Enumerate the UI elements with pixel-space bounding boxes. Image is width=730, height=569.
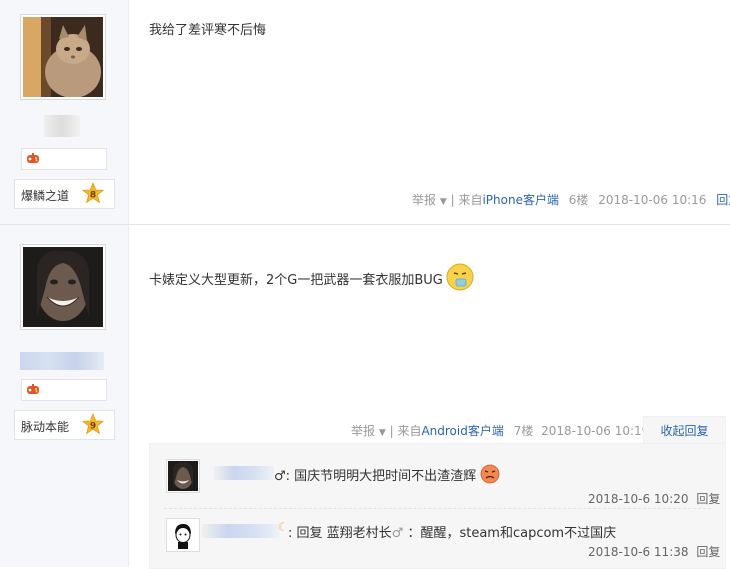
report-link[interactable]: 举报 (412, 193, 436, 207)
thread: 爆鳞之道 8 我给了差评寒不后悔 举报 ▼ | 来自iPhone客户端 6楼 2… (0, 0, 730, 569)
cartoon-avatar-image (168, 520, 198, 550)
cat-avatar-image (23, 17, 103, 98)
user-sidebar: 爆鳞之道 8 (0, 0, 129, 224)
avatar[interactable] (20, 244, 106, 330)
level-name: 爆鳞之道 (21, 189, 70, 203)
post-content: 我给了差评寒不后悔 (149, 23, 267, 38)
post-floor-6: 爆鳞之道 8 我给了差评寒不后悔 举报 ▼ | 来自iPhone客户端 6楼 2… (0, 0, 730, 225)
divider (164, 508, 711, 509)
gamepad-icon (27, 153, 39, 163)
post-time: 2018-10-06 10:19 (541, 424, 650, 438)
sub-avatar[interactable] (166, 518, 200, 552)
post-text: 卡婊定义大型更新，2个G一把武器一套衣服加BUG (149, 273, 443, 288)
collapse-replies-button[interactable]: 收起回复 (643, 416, 726, 445)
sub-reply-text: : 回复 蓝翔老村长♂ ：醒醒，steam和capcom不过国庆 (288, 526, 617, 541)
sub-reply-meta: 2018-10-6 10:20 回复 (588, 490, 720, 507)
level-name: 脉动本能 (21, 420, 70, 434)
reply-button[interactable]: 回复 (716, 193, 730, 207)
report-link[interactable]: 举报 (351, 424, 375, 438)
face-avatar-image (23, 247, 103, 327)
sick-emoji-icon (446, 263, 474, 291)
level-star-icon: 9 (81, 413, 105, 435)
sub-reply-button[interactable]: 回复 (696, 492, 720, 506)
sub-reply-meta: 2018-10-6 11:38 回复 (588, 543, 720, 560)
sub-reply-button[interactable]: 回复 (696, 545, 720, 559)
level-badge[interactable]: 脉动本能 9 (14, 410, 115, 440)
sub-reply-text: ♂: 国庆节明明大把时间不出渣渣辉 (274, 464, 500, 484)
source-prefix: | 来自 (450, 193, 483, 207)
username-blurred[interactable] (44, 115, 80, 137)
angry-emoji-icon (480, 464, 500, 484)
username-blurred[interactable] (20, 352, 104, 370)
sub-reply-time: 2018-10-6 11:38 (588, 545, 689, 559)
level-number: 8 (90, 191, 96, 201)
post-time: 2018-10-06 10:16 (598, 193, 707, 207)
member-badge (21, 148, 107, 170)
source-link[interactable]: iPhone客户端 (482, 193, 559, 207)
floor-number: 7楼 (513, 424, 534, 438)
level-star-icon: 8 (81, 182, 105, 204)
member-badge (21, 379, 107, 401)
gamepad-icon (27, 384, 39, 394)
chevron-down-icon[interactable]: ▼ (379, 428, 386, 438)
level-number: 9 (90, 422, 96, 432)
sub-reply-time: 2018-10-6 10:20 (588, 492, 689, 506)
post-content: 卡婊定义大型更新，2个G一把武器一套衣服加BUG (149, 262, 475, 292)
source-prefix: | 来自 (389, 424, 422, 438)
post-tail: 举报 ▼ | 来自Android客户端 7楼 2018-10-06 10:19 (351, 422, 649, 439)
source-link[interactable]: Android客户端 (421, 424, 503, 438)
sub-reply-panel: ♂: 国庆节明明大把时间不出渣渣辉 2018-10-6 10:20 回复 ☾:… (149, 443, 726, 569)
chevron-down-icon[interactable]: ▼ (440, 197, 447, 207)
avatar[interactable] (20, 14, 106, 100)
sub-username-blurred[interactable] (214, 466, 274, 480)
user-sidebar: 脉动本能 9 (0, 225, 129, 567)
sub-avatar[interactable] (166, 459, 200, 493)
floor-number: 6楼 (568, 193, 589, 207)
post-tail: 举报 ▼ | 来自iPhone客户端 6楼 2018-10-06 10:16 回… (412, 191, 730, 208)
face-avatar-image (168, 461, 198, 491)
level-badge[interactable]: 爆鳞之道 8 (14, 179, 115, 209)
sub-username-blurred[interactable] (202, 524, 280, 538)
